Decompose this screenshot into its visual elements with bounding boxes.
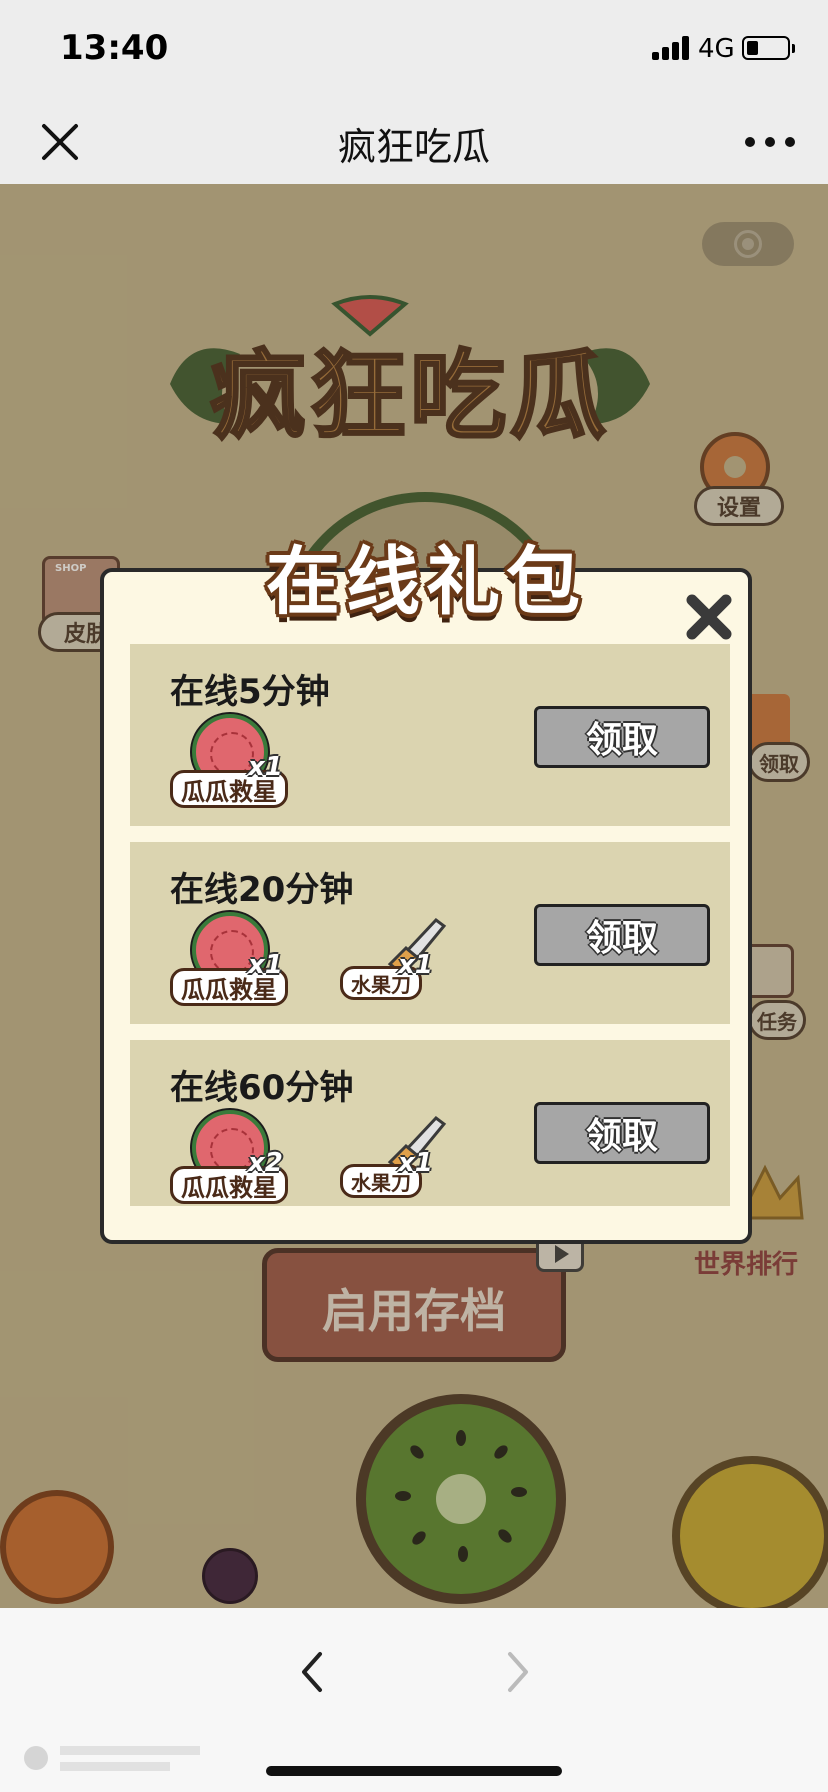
- home-indicator: [266, 1766, 562, 1776]
- reward-row-label: 在线60分钟: [170, 1068, 354, 1108]
- browser-toolbar: [0, 1608, 828, 1792]
- more-icon[interactable]: [740, 122, 800, 162]
- nav-bar: 疯狂吃瓜: [0, 100, 828, 184]
- reward-row: 在线5分钟 瓜瓜救星 x1 领取: [130, 644, 730, 826]
- online-gift-dialog: 在线礼包 在线5分钟 瓜瓜救星 x1 领取 在线20分钟 瓜瓜救星 x1 水果刀…: [100, 539, 752, 1244]
- dialog-title: 在线礼包: [266, 539, 586, 625]
- status-bar: 13:40 4G: [0, 0, 828, 100]
- claim-button[interactable]: 领取: [534, 904, 710, 966]
- reward-item: 瓜瓜救星 x2: [170, 1110, 300, 1210]
- reward-item-count: x1: [248, 752, 283, 782]
- claim-button[interactable]: 领取: [534, 706, 710, 768]
- watermark-logo: [20, 1738, 220, 1778]
- network-type: 4G: [698, 34, 735, 64]
- battery-icon: [742, 36, 790, 60]
- reward-item-count: x1: [398, 1148, 433, 1178]
- chevron-left-icon[interactable]: [290, 1642, 336, 1702]
- reward-row: 在线60分钟 瓜瓜救星 x2 水果刀 x1 领取: [130, 1040, 730, 1206]
- reward-item: 水果刀 x1: [340, 1110, 450, 1210]
- status-time: 13:40: [60, 28, 169, 68]
- claim-button[interactable]: 领取: [534, 1102, 710, 1164]
- reward-item: 瓜瓜救星 x1: [170, 714, 300, 814]
- reward-row-label: 在线20分钟: [170, 870, 354, 910]
- reward-row: 在线20分钟 瓜瓜救星 x1 水果刀 x1 领取: [130, 842, 730, 1024]
- chevron-right-icon[interactable]: [494, 1642, 540, 1702]
- battery-cap: [792, 44, 795, 53]
- battery-level: [747, 41, 758, 55]
- reward-item-count: x2: [248, 1148, 283, 1178]
- close-icon[interactable]: [684, 592, 734, 642]
- cellular-signal-icon: [652, 36, 690, 60]
- reward-item-count: x1: [248, 950, 283, 980]
- reward-item: 水果刀 x1: [340, 912, 450, 1012]
- page-title: 疯狂吃瓜: [337, 125, 490, 169]
- reward-item: 瓜瓜救星 x1: [170, 912, 300, 1012]
- reward-item-count: x1: [398, 950, 433, 980]
- reward-row-label: 在线5分钟: [170, 672, 330, 712]
